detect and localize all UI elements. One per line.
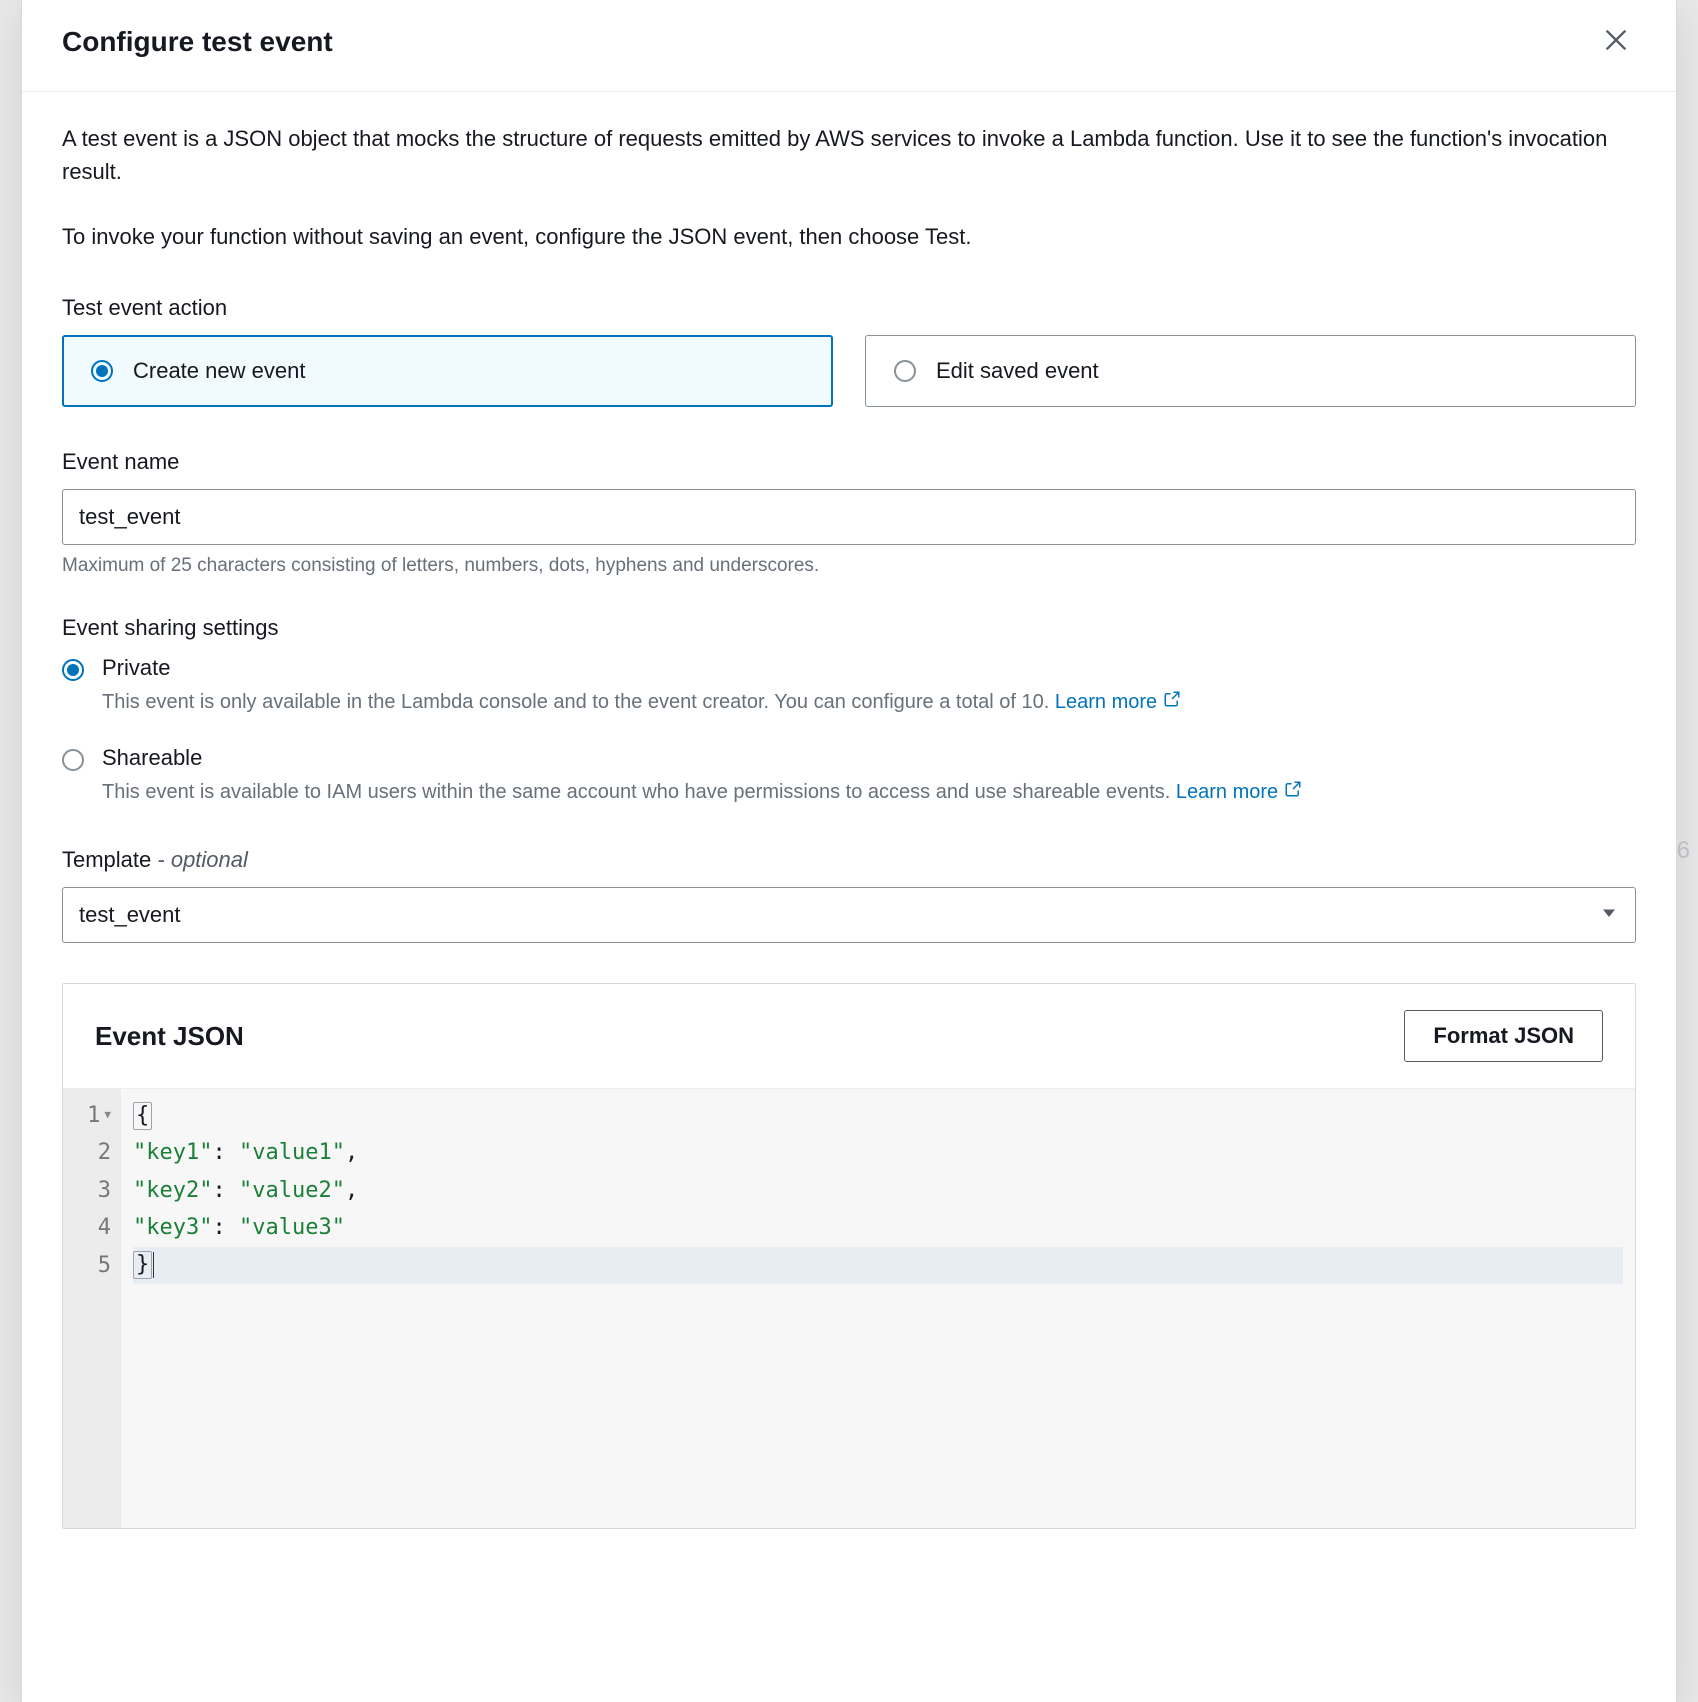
sharing-radio-list: Private This event is only available in … [62,655,1636,807]
json-panel-title: Event JSON [95,1021,244,1052]
line-number: 3 [98,1172,111,1209]
intro-paragraph-1: A test event is a JSON object that mocks… [62,122,1636,188]
radio-checked-icon [62,659,84,681]
line-number: 4 [98,1209,111,1246]
template-optional-suffix: - optional [151,847,248,872]
learn-more-text: Learn more [1176,777,1278,807]
gutter-line: 5 [69,1247,111,1284]
editor-gutter: 1▼ 2 3 4 5 [63,1089,121,1528]
code-line: { [133,1097,1623,1134]
json-panel-header: Event JSON Format JSON [63,984,1635,1088]
editor-cursor [153,1252,154,1278]
line-number: 2 [98,1134,111,1171]
code-line: "key1": "value1", [133,1134,1623,1171]
sharing-option-content: Private This event is only available in … [102,655,1181,717]
json-editor[interactable]: 1▼ 2 3 4 5 { "key1": "value1", "key2": "… [63,1088,1635,1528]
event-name-input[interactable] [62,489,1636,545]
template-select-value: test_event [62,887,1636,943]
intro-paragraph-2: To invoke your function without saving a… [62,220,1636,253]
event-json-panel: Event JSON Format JSON 1▼ 2 3 4 5 { "key… [62,983,1636,1529]
gutter-line: 1▼ [69,1097,111,1134]
sharing-option-shareable[interactable]: Shareable This event is available to IAM… [62,745,1636,807]
radio-unchecked-icon [894,360,916,382]
external-link-icon [1284,777,1302,807]
learn-more-link[interactable]: Learn more [1176,777,1302,807]
sharing-option-content: Shareable This event is available to IAM… [102,745,1302,807]
gutter-line: 3 [69,1172,111,1209]
radio-unchecked-icon [62,749,84,771]
template-label: Template - optional [62,847,1636,873]
test-event-action-tiles: Create new event Edit saved event [62,335,1636,407]
sharing-option-desc-text: This event is available to IAM users wit… [102,781,1176,803]
line-number: 5 [98,1247,111,1284]
tile-edit-saved-event[interactable]: Edit saved event [865,335,1636,407]
sharing-option-desc-text: This event is only available in the Lamb… [102,691,1055,713]
learn-more-link[interactable]: Learn more [1055,687,1181,717]
gutter-line: 2 [69,1134,111,1171]
line-number: 1 [87,1097,100,1134]
tile-create-new-event[interactable]: Create new event [62,335,833,407]
tile-label: Edit saved event [936,358,1099,384]
code-line: } [133,1247,1623,1284]
template-select[interactable]: test_event [62,887,1636,943]
sharing-settings-label: Event sharing settings [62,615,1636,641]
modal-body: A test event is a JSON object that mocks… [22,92,1676,1702]
radio-checked-icon [91,360,113,382]
event-name-help: Maximum of 25 characters consisting of l… [62,555,1636,577]
external-link-icon [1163,687,1181,717]
event-name-label: Event name [62,449,1636,475]
modal-title: Configure test event [62,26,333,58]
fold-icon[interactable]: ▼ [104,1106,111,1125]
format-json-button[interactable]: Format JSON [1404,1010,1603,1062]
modal-header: Configure test event [22,0,1676,92]
tile-label: Create new event [133,358,305,384]
close-icon [1602,26,1630,57]
template-label-text: Template [62,847,151,872]
close-button[interactable] [1596,20,1636,63]
code-line: "key3": "value3" [133,1209,1623,1246]
test-event-action-label: Test event action [62,295,1636,321]
code-line: "key2": "value2", [133,1172,1623,1209]
sharing-option-desc: This event is available to IAM users wit… [102,777,1302,807]
sharing-option-title: Shareable [102,745,1302,771]
editor-code-area[interactable]: { "key1": "value1", "key2": "value2", "k… [121,1089,1635,1528]
sharing-option-desc: This event is only available in the Lamb… [102,687,1181,717]
learn-more-text: Learn more [1055,687,1157,717]
sharing-option-title: Private [102,655,1181,681]
configure-test-event-modal: Configure test event A test event is a J… [22,0,1676,1702]
gutter-line: 4 [69,1209,111,1246]
sharing-option-private[interactable]: Private This event is only available in … [62,655,1636,717]
